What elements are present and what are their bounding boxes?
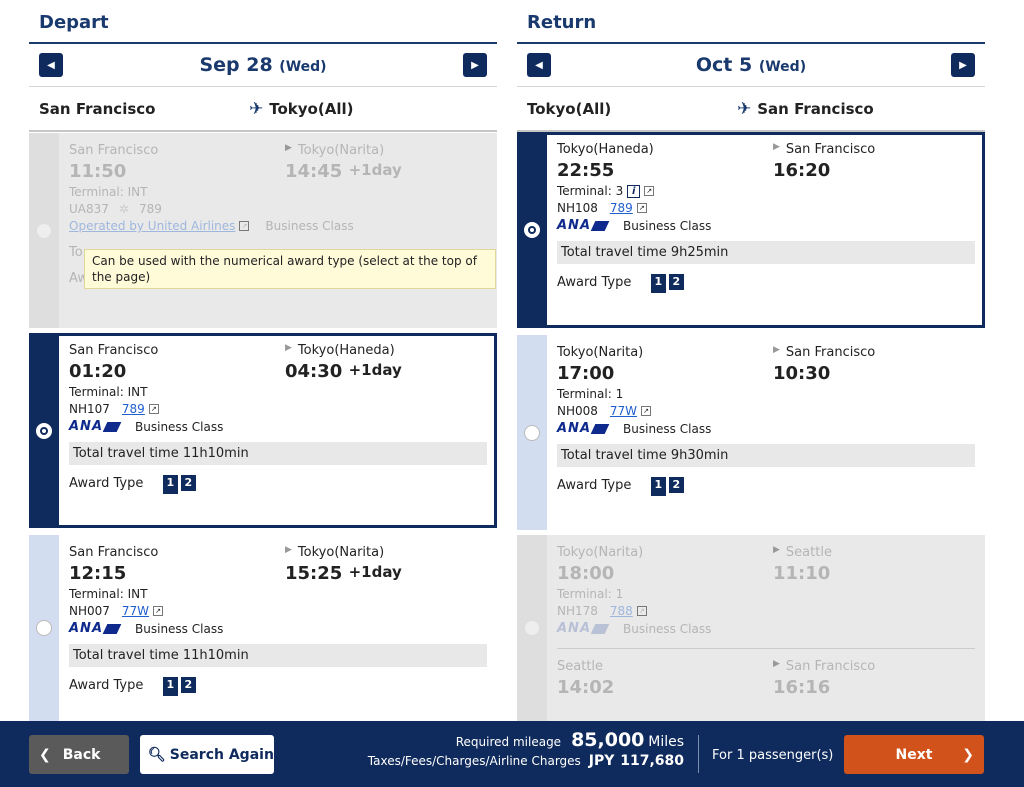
ana-logo: ANA	[557, 621, 610, 636]
depart-prev-day-button[interactable]: ◀	[39, 53, 63, 77]
search-icon: 🔍︎	[148, 746, 166, 763]
aircraft-link[interactable]: 788	[610, 604, 633, 618]
return-prev-day-button[interactable]: ◀	[527, 53, 551, 77]
return-date-bar: ◀ Oct 5 (Wed) ▶	[517, 44, 985, 87]
award-type-badge[interactable]: 1	[162, 475, 178, 491]
divider	[557, 648, 975, 649]
chevron-left-icon: ◀	[47, 59, 55, 71]
info-icon[interactable]: i	[627, 184, 641, 198]
depart-next-day-button[interactable]: ▶	[463, 53, 487, 77]
chevron-left-icon: ◀	[535, 59, 543, 71]
return-next-day-button[interactable]: ▶	[950, 53, 975, 77]
chevron-right-icon: ▶	[959, 59, 967, 71]
aircraft-link[interactable]: 789	[122, 402, 145, 416]
depart-route: San Francisco ✈ Tokyo(All)	[29, 87, 497, 132]
ana-logo: ANA	[69, 419, 122, 434]
flight-radio-selected[interactable]	[36, 422, 52, 439]
arrow-right-icon: ▶	[285, 143, 292, 153]
arrow-right-icon: ▶	[773, 142, 780, 152]
flight-radio	[524, 620, 540, 636]
passenger-count: For 1 passenger(s)	[712, 748, 834, 763]
chevron-left-icon: ❮	[39, 746, 51, 763]
award-type-badge[interactable]: 2	[668, 274, 684, 290]
depart-date: Sep 28 (Wed)	[199, 54, 327, 76]
external-link-icon: ↗	[239, 221, 250, 231]
depart-origin: San Francisco	[39, 99, 156, 118]
next-button[interactable]: Next ❯	[844, 735, 984, 774]
search-again-button[interactable]: 🔍︎ Search Again	[140, 735, 274, 774]
ana-logo: ANA	[69, 621, 122, 636]
arrow-right-icon: ▶	[773, 545, 780, 555]
ana-logo: ANA	[557, 421, 610, 436]
return-route: Tokyo(All) ✈ San Francisco	[517, 87, 985, 132]
return-origin: Tokyo(All)	[527, 99, 612, 118]
flight-radio-selected[interactable]	[524, 222, 540, 238]
depart-destination: Tokyo(All)	[269, 99, 354, 118]
external-link-icon: ↗	[636, 606, 647, 616]
arrow-right-icon: ▶	[773, 659, 780, 669]
plane-icon: ✈	[249, 98, 264, 119]
external-link-icon: ↗	[641, 406, 652, 416]
award-type-badge[interactable]: 1	[650, 477, 666, 493]
chevron-right-icon: ❯	[962, 746, 974, 763]
flight-option-dimmed: San Francisco ▶ Tokyo(Narita) 11:50 14:45 +…	[29, 133, 497, 328]
external-link-icon: ↗	[644, 186, 655, 196]
flight-radio[interactable]	[36, 620, 52, 636]
aircraft-link[interactable]: 77W	[610, 404, 637, 418]
flight-option-selected[interactable]: Tokyo(Haneda) ▶ San Francisco 22:55 16:20 T…	[517, 132, 985, 328]
depart-column: Depart ◀ Sep 28 (Wed) ▶ San Francisco ✈ …	[29, 0, 497, 721]
award-type-badge[interactable]: 1	[162, 677, 178, 693]
external-link-icon: ↗	[148, 404, 159, 414]
arrow-right-icon: ▶	[773, 345, 780, 355]
flight-radio[interactable]	[524, 424, 540, 441]
award-type-tooltip: Can be used with the numerical award typ…	[84, 249, 496, 290]
flight-option[interactable]: Tokyo(Narita) ▶ San Francisco 17:00 10:30 T…	[517, 335, 985, 530]
award-type-badge[interactable]: 2	[180, 677, 196, 693]
external-link-icon: ↗	[636, 203, 647, 213]
aircraft-link[interactable]: 77W	[122, 604, 149, 618]
depart-date-bar: ◀ Sep 28 (Wed) ▶	[29, 44, 497, 87]
external-link-icon: ↗	[153, 606, 164, 616]
award-type-badge[interactable]: 2	[180, 475, 196, 491]
depart-title: Depart	[29, 0, 497, 44]
return-destination: San Francisco	[757, 99, 874, 118]
arrow-right-icon: ▶	[285, 545, 292, 555]
return-title: Return	[517, 0, 985, 44]
back-button[interactable]: ❮ Back	[29, 735, 129, 774]
flight-option[interactable]: San Francisco ▶ Tokyo(Narita) 12:15 15:25 +…	[29, 535, 497, 721]
chevron-right-icon: ▶	[471, 59, 479, 71]
award-type-badge[interactable]: 1	[650, 274, 666, 290]
ana-logo: ANA	[557, 218, 610, 233]
aircraft-link[interactable]: 789	[610, 201, 633, 215]
star-alliance-icon: ✲	[118, 202, 129, 216]
arrow-right-icon: ▶	[285, 343, 292, 353]
award-type-badge[interactable]: 2	[668, 477, 684, 493]
return-column: Return ◀ Oct 5 (Wed) ▶ Tokyo(All) ✈ San …	[517, 0, 985, 721]
return-date: Oct 5 (Wed)	[695, 54, 807, 76]
plane-icon: ✈	[737, 98, 752, 119]
flight-option-selected[interactable]: San Francisco ▶ Tokyo(Haneda) 01:20 04:30 +…	[29, 333, 497, 528]
flight-option-dimmed: Tokyo(Narita) ▶ Seattle 18:00 11:10 Termina…	[517, 535, 985, 721]
flight-radio	[36, 222, 52, 239]
price-summary: Required mileage 85,000 Miles Taxes/Fees/…	[367, 729, 684, 769]
footer-bar: ❮ Back 🔍︎ Search Again Required mileage 85,…	[0, 721, 1024, 787]
footer-divider	[698, 735, 699, 773]
operated-by-link[interactable]: Operated by United Airlines	[69, 219, 235, 233]
